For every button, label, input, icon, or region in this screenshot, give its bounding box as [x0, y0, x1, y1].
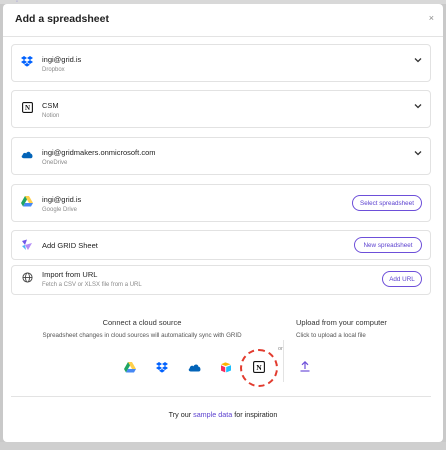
footer-divider [11, 396, 431, 397]
close-icon[interactable]: × [429, 13, 434, 23]
source-provider: Notion [42, 113, 60, 119]
upload-subtitle: Click to upload a local file [296, 332, 366, 339]
sample-data-link[interactable]: sample data [193, 410, 232, 419]
modal-header: Add a spreadsheet × [3, 4, 443, 32]
source-row-import-url: Import from URL Fetch a CSV or XLSX file… [11, 265, 431, 295]
footer-text: Try our sample data for inspiration [3, 410, 443, 419]
dropbox-icon[interactable] [155, 360, 169, 374]
add-url-button[interactable]: Add URL [382, 271, 422, 287]
source-row-google-drive: ingi@grid.is Google Drive Select spreads… [11, 184, 431, 222]
notion-icon[interactable]: N [252, 360, 266, 374]
onedrive-icon [21, 148, 33, 160]
connect-cloud-source-section: Connect a cloud source Spreadsheet chang… [11, 306, 431, 394]
background-bottom [0, 442, 446, 450]
or-label: or [278, 346, 283, 352]
upload-title: Upload from your computer [296, 318, 387, 327]
source-account: ingi@gridmakers.onmicrosoft.com [42, 148, 156, 157]
footer-prefix: Try our [168, 410, 194, 419]
svg-text:N: N [256, 363, 262, 372]
source-account: ingi@grid.is [42, 55, 82, 64]
source-provider: OneDrive [42, 160, 68, 166]
source-account: Import from URL [42, 270, 98, 279]
source-row-onedrive[interactable]: ingi@gridmakers.onmicrosoft.com OneDrive [11, 137, 431, 175]
source-provider: Dropbox [42, 67, 65, 73]
svg-text:N: N [24, 104, 29, 112]
source-provider: Fetch a CSV or XLSX file from a URL [42, 282, 142, 288]
source-account: CSM [42, 101, 59, 110]
chevron-down-icon[interactable] [413, 101, 423, 111]
connect-title: Connect a cloud source [102, 318, 182, 327]
header-divider [3, 36, 443, 37]
source-row-grid-sheet: Add GRID Sheet New spreadsheet [11, 230, 431, 260]
globe-icon [21, 271, 33, 283]
onedrive-icon[interactable] [187, 360, 201, 374]
chevron-down-icon[interactable] [413, 148, 423, 158]
source-provider: Google Drive [42, 207, 78, 213]
source-row-notion[interactable]: N CSM Notion [11, 90, 431, 128]
footer-suffix: for inspiration [232, 410, 278, 419]
select-spreadsheet-button[interactable]: Select spreadsheet [352, 195, 422, 211]
upload-icon[interactable] [299, 360, 311, 372]
add-spreadsheet-modal: Add a spreadsheet × ingi@grid.is Dropbox… [3, 4, 443, 442]
source-account: Add GRID Sheet [42, 241, 98, 250]
chevron-down-icon[interactable] [413, 55, 423, 65]
new-spreadsheet-button[interactable]: New spreadsheet [354, 237, 422, 253]
section-divider [283, 340, 284, 382]
source-account: ingi@grid.is [42, 195, 82, 204]
airtable-icon[interactable] [219, 360, 233, 374]
notion-icon: N [21, 101, 33, 113]
source-row-dropbox[interactable]: ingi@grid.is Dropbox [11, 44, 431, 82]
google-drive-icon[interactable] [123, 360, 137, 374]
dropbox-icon [21, 55, 33, 67]
connect-subtitle: Spreadsheet changes in cloud sources wil… [42, 332, 242, 339]
modal-title: Add a spreadsheet [15, 13, 109, 25]
grid-icon [21, 239, 33, 251]
google-drive-icon [21, 195, 33, 207]
